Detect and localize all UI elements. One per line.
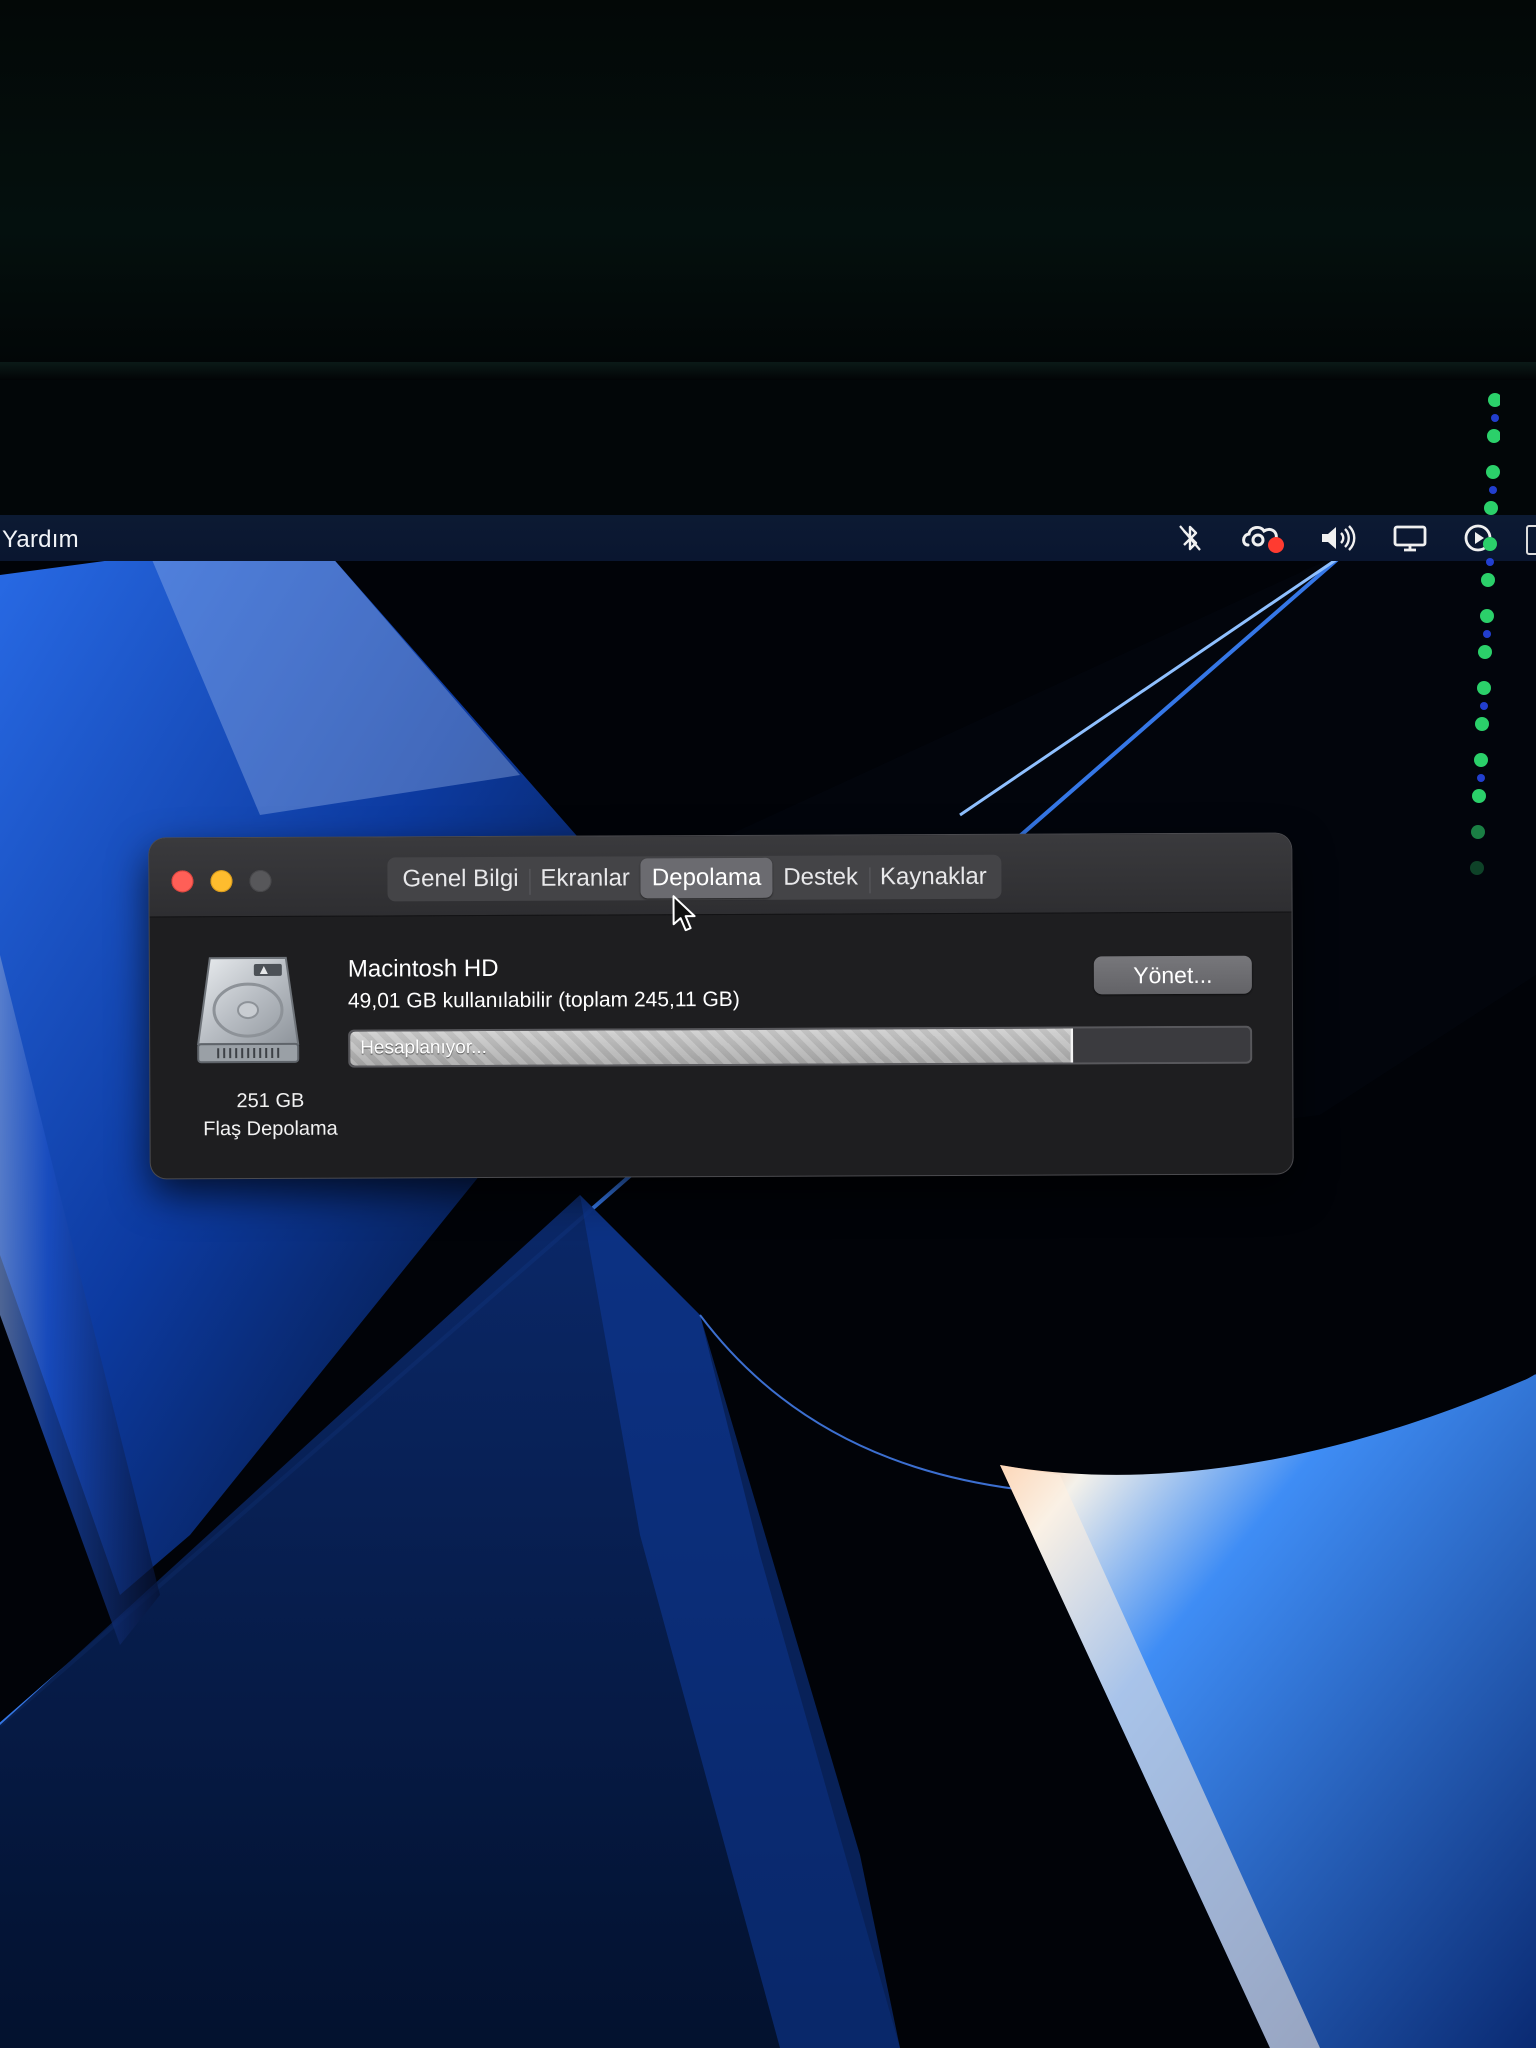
tab-bar: Genel Bilgi Ekranlar Depolama Destek Kay…	[387, 854, 1002, 902]
storage-usage-bar: Hesaplanıyor...	[348, 1025, 1253, 1068]
desktop-wallpaper	[0, 555, 1536, 2048]
display-icon[interactable]	[1388, 521, 1432, 555]
creative-cloud-icon[interactable]	[1238, 521, 1288, 555]
about-this-mac-window: Genel Bilgi Ekranlar Depolama Destek Kay…	[149, 833, 1293, 1179]
menu-bar: Yardım	[0, 515, 1536, 561]
monitor-bezel	[0, 0, 1536, 380]
led-strip	[1460, 380, 1502, 1020]
hard-drive-icon	[197, 956, 300, 1064]
tab-kaynaklar[interactable]: Kaynaklar	[869, 857, 998, 898]
screen: Yardım Genel Bilgi Ekranlar Depolama Des…	[0, 0, 1536, 2048]
tab-destek[interactable]: Destek	[772, 857, 869, 897]
bluetooth-off-icon[interactable]	[1168, 521, 1212, 555]
menu-item-help[interactable]: Yardım	[2, 526, 79, 554]
wallpaper-art	[0, 555, 1536, 2048]
tab-ekranlar[interactable]: Ekranlar	[529, 858, 641, 898]
close-button[interactable]	[171, 870, 194, 893]
disk-type-label: Flaş Depolama	[203, 1117, 338, 1141]
volume-availability: 49,01 GB kullanılabilir (toplam 245,11 G…	[347, 987, 740, 1013]
volume-name: Macintosh HD	[347, 954, 499, 983]
tab-genel-bilgi[interactable]: Genel Bilgi	[391, 859, 529, 900]
volume-icon[interactable]	[1316, 521, 1360, 555]
tab-depolama[interactable]: Depolama	[640, 857, 773, 899]
manage-button[interactable]: Yönet...	[1093, 955, 1252, 995]
disk-size-label: 251 GB	[236, 1089, 305, 1113]
zoom-button	[249, 869, 272, 893]
window-titlebar[interactable]: Genel Bilgi Ekranlar Depolama Destek Kay…	[149, 833, 1292, 932]
bezel-edge	[0, 362, 1536, 380]
partial-status-icon[interactable]	[1526, 525, 1536, 555]
storage-status-label: Hesaplanıyor...	[360, 1037, 487, 1059]
minimize-button[interactable]	[210, 870, 233, 893]
